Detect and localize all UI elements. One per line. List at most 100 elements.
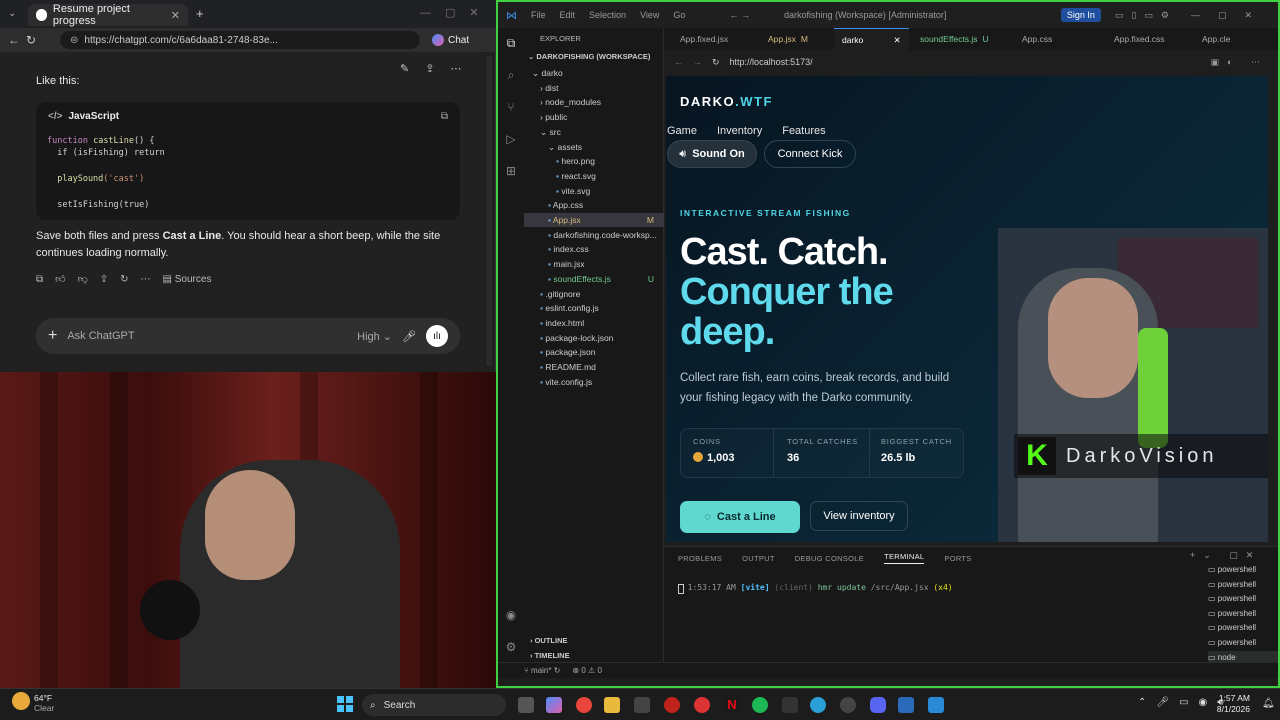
- file-tree-item[interactable]: ▪ .gitignore: [524, 287, 664, 301]
- file-tree-item[interactable]: ▪ vite.svg: [524, 184, 664, 198]
- editor-tab[interactable]: darko ✕: [834, 28, 909, 50]
- panel-tab[interactable]: PROBLEMS: [678, 554, 722, 563]
- file-tree-item[interactable]: ▪ soundEffects.js U: [524, 272, 664, 286]
- search-icon[interactable]: ⌕: [504, 68, 518, 82]
- clock[interactable]: 1:57 AM 8/1/2026: [1206, 693, 1250, 715]
- editor-tab[interactable]: App.fixed.css: [1106, 28, 1173, 50]
- branch-status[interactable]: ⑂ main* ↻: [524, 666, 560, 675]
- weather-icon[interactable]: [12, 692, 30, 710]
- discord-icon[interactable]: [870, 697, 886, 713]
- spotify-icon[interactable]: [752, 697, 768, 713]
- editor-tab[interactable]: soundEffects.js U: [912, 28, 997, 50]
- scrollbar[interactable]: [486, 56, 492, 366]
- store-icon[interactable]: [634, 697, 650, 713]
- site-logo[interactable]: DARKO.WTF: [680, 94, 773, 109]
- taskbar-search[interactable]: ⌕ Search: [362, 694, 506, 716]
- source-control-icon[interactable]: ⑂: [504, 100, 518, 114]
- editor-tab[interactable]: App.cle: [1194, 28, 1238, 50]
- editor-tab[interactable]: App.fixed.jsx: [672, 28, 736, 50]
- app-icon[interactable]: [664, 697, 680, 713]
- weather-widget[interactable]: 64°F Clear: [34, 693, 54, 713]
- copilot-taskbar-icon[interactable]: [546, 697, 562, 713]
- outline-section[interactable]: › OUTLINE: [530, 634, 670, 648]
- file-tree-item[interactable]: ▪ main.jsx: [524, 257, 664, 271]
- terminal-list-item[interactable]: ▭ powershell: [1208, 636, 1278, 650]
- file-tree-item[interactable]: › public: [524, 110, 664, 124]
- menu-item[interactable]: File: [531, 10, 546, 20]
- forward-icon[interactable]: →: [693, 57, 702, 67]
- terminal-list-item[interactable]: ▭ powershell: [1208, 621, 1278, 635]
- site-nav-link[interactable]: Game: [667, 125, 697, 137]
- model-selector[interactable]: High ⌄: [357, 330, 392, 343]
- terminal-list-item[interactable]: ▭ powershell: [1208, 578, 1278, 592]
- file-tree-item[interactable]: ▪ App.css: [524, 198, 664, 212]
- menu-item[interactable]: Selection: [589, 10, 626, 20]
- window-controls[interactable]: —▢✕: [1191, 10, 1270, 21]
- composer-placeholder[interactable]: Ask ChatGPT: [67, 330, 134, 342]
- voice-mode-button[interactable]: ılı: [426, 325, 448, 347]
- file-tree-item[interactable]: ▪ App.jsx M: [524, 213, 664, 227]
- new-tab-icon[interactable]: +: [196, 6, 204, 21]
- attach-plus-icon[interactable]: +: [48, 327, 57, 345]
- sources-button[interactable]: ▤ Sources: [163, 274, 212, 285]
- problems-status[interactable]: ⊗ 0 ⚠ 0: [572, 666, 601, 675]
- chat-header-actions[interactable]: ✎⇪⋯: [400, 62, 477, 75]
- file-tree-item[interactable]: ▪ darkofishing.code-worksp...: [524, 228, 664, 242]
- app-icon[interactable]: [840, 697, 856, 713]
- file-tree-item[interactable]: ⌄ src: [524, 125, 664, 139]
- file-tree-item[interactable]: › node_modules: [524, 95, 664, 109]
- copy-icon[interactable]: ⧉: [36, 274, 43, 285]
- chat-composer[interactable]: + Ask ChatGPT High ⌄ 🎤︎ ılı: [36, 318, 460, 354]
- preview-url[interactable]: http://localhost:5173/: [730, 57, 813, 67]
- microphone-icon[interactable]: 🎤︎: [402, 330, 416, 343]
- preview-actions[interactable]: ▣◐ ⋯: [1211, 57, 1268, 68]
- file-tree-item[interactable]: ▪ index.html: [524, 316, 664, 330]
- site-info-icon[interactable]: ⊜: [70, 35, 78, 46]
- file-tree-item[interactable]: ▪ package.json: [524, 345, 664, 359]
- more-icon[interactable]: ⋯: [141, 274, 151, 285]
- terminal-list-item[interactable]: ▭ powershell: [1208, 592, 1278, 606]
- connect-kick-button[interactable]: Connect Kick: [764, 140, 856, 168]
- site-nav-link[interactable]: Features: [782, 125, 825, 137]
- terminal-output[interactable]: 1:53:17 AM [vite] (client) hmr update /s…: [678, 574, 953, 592]
- copy-code-icon[interactable]: ⧉: [441, 111, 448, 122]
- layout-controls[interactable]: ▭▯▭⚙: [1115, 10, 1177, 21]
- chrome-icon[interactable]: [576, 697, 592, 713]
- panel-tab[interactable]: OUTPUT: [742, 554, 775, 563]
- regenerate-icon[interactable]: ↻: [120, 274, 128, 285]
- file-explorer-icon[interactable]: [604, 697, 620, 713]
- share-icon[interactable]: ⇪: [100, 274, 108, 285]
- account-icon[interactable]: ◉: [504, 608, 518, 622]
- file-tree-item[interactable]: ⌄ assets: [524, 140, 664, 154]
- panel-tab[interactable]: DEBUG CONSOLE: [795, 554, 864, 563]
- file-tree-item[interactable]: › dist: [524, 81, 664, 95]
- panel-actions[interactable]: +⌄ ▢✕: [1190, 550, 1261, 561]
- file-tree-item[interactable]: ▪ package-lock.json: [524, 331, 664, 345]
- explorer-icon[interactable]: ⧉: [504, 36, 518, 50]
- task-view-icon[interactable]: [518, 697, 534, 713]
- file-tree-item[interactable]: ⌄ darko: [524, 66, 664, 80]
- menu-item[interactable]: Go: [673, 10, 685, 20]
- back-icon[interactable]: ←: [8, 33, 20, 47]
- xbox-icon[interactable]: [782, 697, 798, 713]
- reload-icon[interactable]: ↻: [26, 33, 36, 47]
- start-button-icon[interactable]: [337, 696, 353, 712]
- netflix-icon[interactable]: N: [724, 697, 740, 713]
- nav-arrows[interactable]: ← →: [729, 10, 750, 20]
- maps-icon[interactable]: [694, 697, 710, 713]
- window-controls[interactable]: —▢✕: [420, 6, 493, 19]
- file-tree-item[interactable]: ▪ eslint.config.js: [524, 301, 664, 315]
- app-icon[interactable]: [898, 697, 914, 713]
- sound-toggle-button[interactable]: 🔊︎ Sound On: [667, 140, 757, 168]
- copilot-chat-button[interactable]: Chat: [432, 31, 476, 49]
- close-tab-icon[interactable]: ✕: [171, 9, 180, 22]
- back-icon[interactable]: ←: [674, 57, 683, 67]
- view-inventory-button[interactable]: View inventory: [810, 501, 908, 531]
- menu-item[interactable]: Edit: [560, 10, 576, 20]
- panel-tab[interactable]: PORTS: [944, 554, 971, 563]
- settings-gear-icon[interactable]: ⚙: [504, 640, 518, 654]
- cast-a-line-button[interactable]: ◌ Cast a Line: [680, 501, 800, 533]
- timeline-section[interactable]: › TIMELINE: [530, 649, 670, 663]
- sign-in-button[interactable]: Sign In: [1060, 8, 1101, 22]
- file-tree-item[interactable]: ▪ index.css: [524, 242, 664, 256]
